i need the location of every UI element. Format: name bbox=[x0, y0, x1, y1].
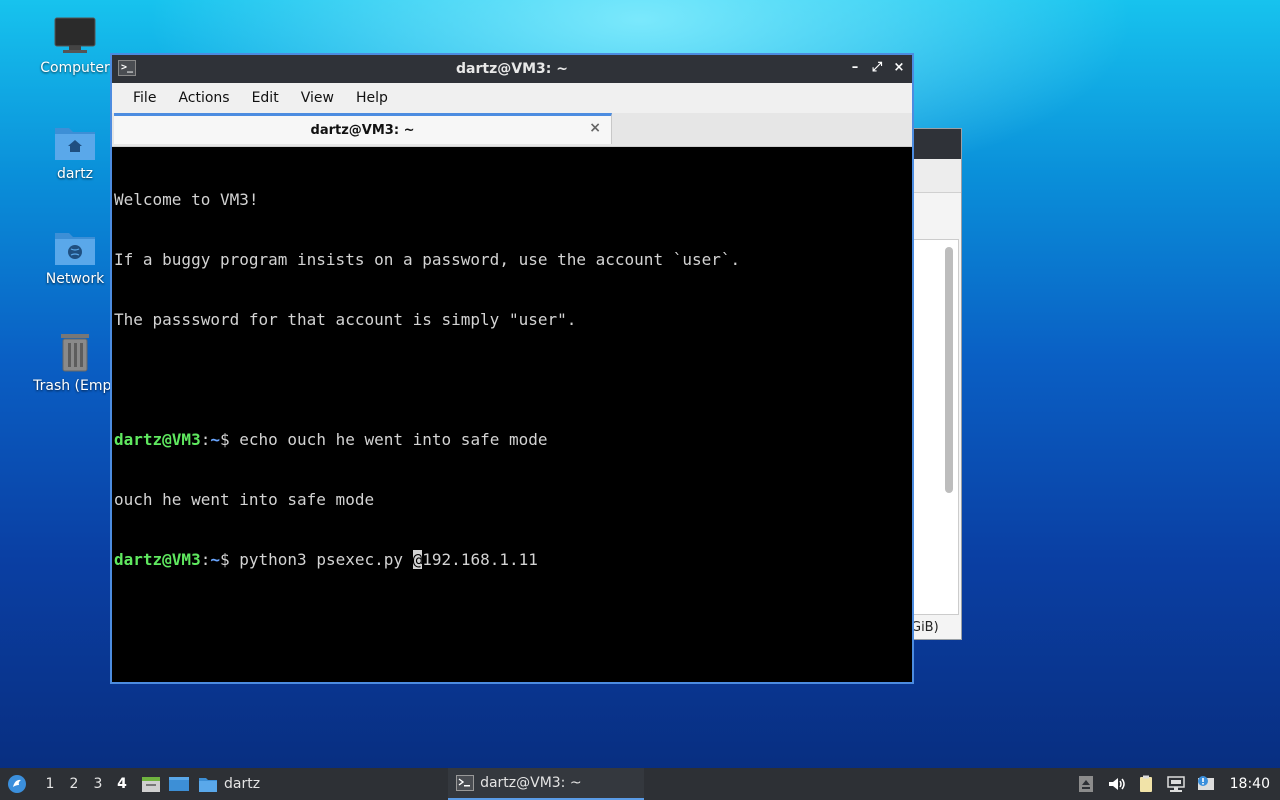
prompt-user: dartz@VM3 bbox=[114, 550, 201, 569]
output-text: If a buggy program insists on a password… bbox=[114, 250, 741, 269]
terminal-line: If a buggy program insists on a password… bbox=[114, 250, 910, 270]
status-text: GiB) bbox=[911, 620, 939, 635]
terminal-line: ouch he went into safe mode bbox=[114, 490, 910, 510]
output-text: The passsword for that account is simply… bbox=[114, 310, 577, 329]
prompt-separator: : bbox=[200, 430, 211, 449]
app-menu-button[interactable] bbox=[4, 771, 30, 797]
terminal-prompt-line: dartz@VM3:~$ echo ouch he went into safe… bbox=[114, 430, 910, 450]
prompt-symbol: $ bbox=[219, 430, 240, 449]
tab-close-icon[interactable]: × bbox=[589, 120, 601, 136]
terminal-icon bbox=[456, 775, 475, 791]
text-cursor: @ bbox=[412, 550, 423, 569]
computer-icon bbox=[54, 17, 96, 53]
file-manager-launcher-icon[interactable] bbox=[140, 774, 162, 794]
network-icon[interactable] bbox=[1166, 774, 1186, 794]
window-titlebar[interactable]: >_ dartz@VM3: ~ – ⤢ × bbox=[112, 55, 912, 83]
terminal-line: The passsword for that account is simply… bbox=[114, 310, 910, 330]
terminal-window[interactable]: >_ dartz@VM3: ~ – ⤢ × File Actions Edit … bbox=[110, 53, 914, 684]
menu-actions[interactable]: Actions bbox=[167, 90, 240, 106]
network-folder-icon bbox=[55, 233, 95, 265]
trash-icon bbox=[61, 334, 89, 372]
prompt-path: ~ bbox=[210, 550, 220, 569]
menubar: File Actions Edit View Help bbox=[112, 83, 912, 113]
folder-icon bbox=[199, 778, 217, 792]
system-tray: 18:40 bbox=[1076, 774, 1280, 794]
tab-terminal[interactable]: dartz@VM3: ~ × bbox=[114, 113, 612, 144]
taskbar: 1 2 3 4 dartz dartz@VM3: ~ 18:40 bbox=[0, 768, 1280, 800]
output-text: Welcome to VM3! bbox=[114, 190, 259, 209]
output-text: ouch he went into safe mode bbox=[114, 490, 375, 509]
workspace-2[interactable]: 2 bbox=[62, 776, 86, 792]
volume-icon[interactable] bbox=[1106, 774, 1126, 794]
terminal-icon[interactable]: >_ bbox=[118, 60, 136, 76]
command-input-rest[interactable]: 192.168.1.11 bbox=[422, 550, 538, 569]
close-button[interactable]: × bbox=[892, 59, 906, 77]
workspace-1[interactable]: 1 bbox=[38, 776, 62, 792]
window-controls: – ⤢ × bbox=[848, 59, 906, 77]
clipboard-icon[interactable] bbox=[1136, 774, 1156, 794]
task-label: dartz@VM3: ~ bbox=[480, 775, 582, 791]
window-title: dartz@VM3: ~ bbox=[456, 61, 568, 77]
notification-icon[interactable] bbox=[1196, 774, 1216, 794]
taskbar-task-terminal[interactable]: dartz@VM3: ~ bbox=[448, 768, 645, 800]
prompt-symbol: $ bbox=[219, 550, 240, 569]
command-input[interactable]: python3 psexec.py bbox=[239, 550, 412, 569]
tab-title: dartz@VM3: ~ bbox=[310, 122, 415, 138]
terminal-prompt-line: dartz@VM3:~$ python3 psexec.py @192.168.… bbox=[114, 550, 910, 570]
workspace-3[interactable]: 3 bbox=[86, 776, 110, 792]
maximize-button[interactable]: ⤢ bbox=[870, 59, 884, 77]
command-text: echo ouch he went into safe mode bbox=[239, 430, 548, 449]
minimize-button[interactable]: – bbox=[848, 59, 862, 77]
menu-edit[interactable]: Edit bbox=[241, 90, 290, 106]
menu-view[interactable]: View bbox=[290, 90, 345, 106]
prompt-user: dartz@VM3 bbox=[114, 430, 201, 449]
terminal-output[interactable]: Welcome to VM3! If a buggy program insis… bbox=[112, 147, 912, 613]
clock[interactable]: 18:40 bbox=[1230, 776, 1270, 792]
task-label: dartz bbox=[224, 776, 261, 792]
home-folder-icon bbox=[55, 128, 95, 160]
menu-file[interactable]: File bbox=[122, 90, 167, 106]
scrollbar[interactable] bbox=[945, 247, 953, 493]
menu-help[interactable]: Help bbox=[345, 90, 399, 106]
prompt-path: ~ bbox=[210, 430, 220, 449]
terminal-line: Welcome to VM3! bbox=[114, 190, 910, 210]
eject-icon[interactable] bbox=[1076, 774, 1096, 794]
taskbar-task-dartz[interactable]: dartz bbox=[190, 768, 268, 800]
show-desktop-icon[interactable] bbox=[168, 774, 190, 794]
prompt-separator: : bbox=[200, 550, 211, 569]
workspace-4[interactable]: 4 bbox=[110, 776, 134, 792]
tab-bar: dartz@VM3: ~ × bbox=[112, 113, 912, 147]
start-menu-icon bbox=[8, 775, 26, 793]
